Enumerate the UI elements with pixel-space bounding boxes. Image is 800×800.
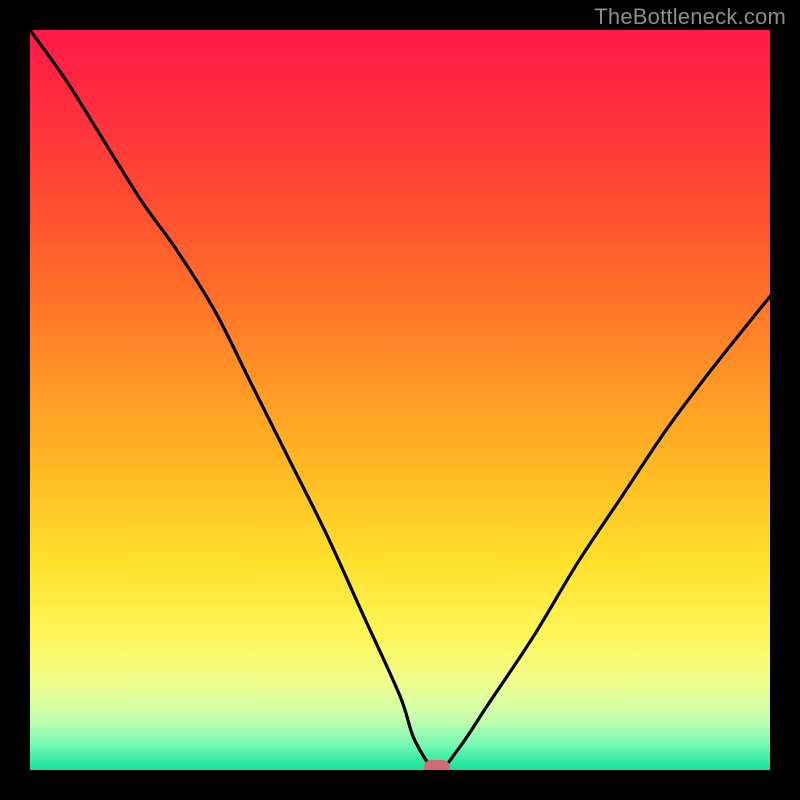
chart-frame: TheBottleneck.com: [0, 0, 800, 800]
minimum-marker: [424, 760, 450, 770]
plot-svg: [30, 30, 770, 770]
watermark-text: TheBottleneck.com: [594, 4, 786, 30]
gradient-background: [30, 30, 770, 770]
plot-area: [30, 30, 770, 770]
